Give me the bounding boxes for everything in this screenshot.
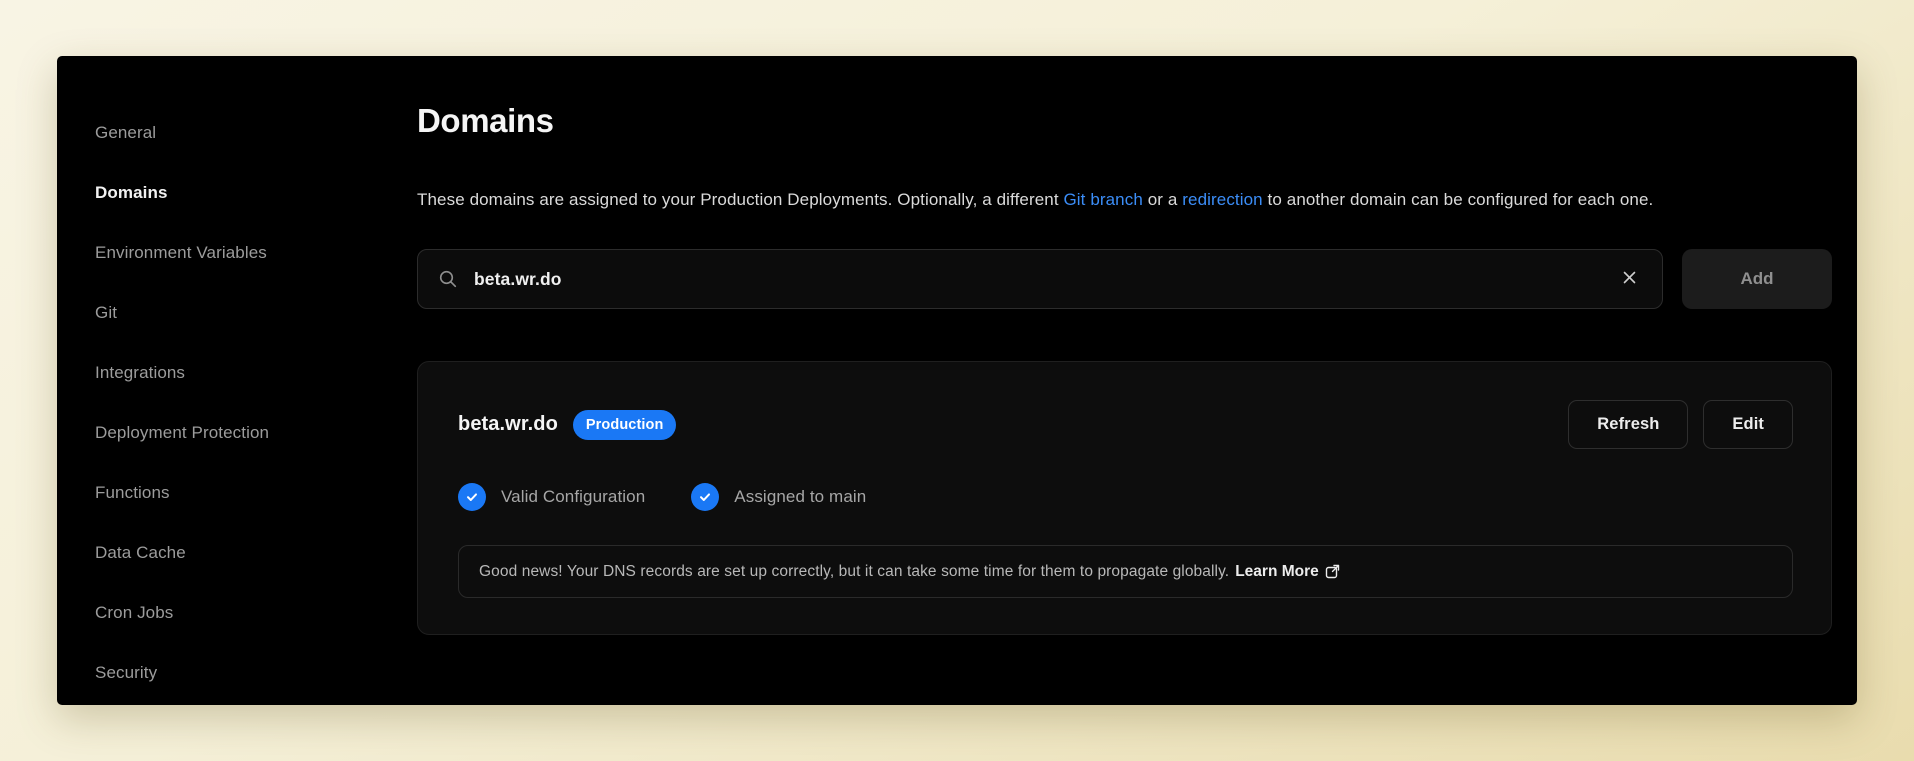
clear-search-button[interactable]: [1617, 265, 1642, 294]
domain-search-input[interactable]: [472, 268, 1603, 291]
settings-panel: General Domains Environment Variables Gi…: [57, 56, 1857, 705]
add-domain-row: Add: [417, 249, 1832, 309]
valid-configuration-status: Valid Configuration: [458, 483, 645, 511]
dns-notice: Good news! Your DNS records are set up c…: [458, 545, 1793, 598]
assigned-to-main-status: Assigned to main: [691, 483, 866, 511]
learn-more-label: Learn More: [1235, 563, 1319, 581]
check-icon: [691, 483, 719, 511]
description-text: to another domain can be configured for …: [1263, 190, 1654, 209]
description-text: or a: [1143, 190, 1182, 209]
search-icon: [438, 269, 458, 289]
status-label: Valid Configuration: [501, 487, 645, 507]
domain-status-row: Valid Configuration Assigned to main: [458, 482, 1793, 512]
check-icon: [458, 483, 486, 511]
status-label: Assigned to main: [734, 487, 866, 507]
redirection-link[interactable]: redirection: [1182, 190, 1262, 209]
sidebar-item-cron-jobs[interactable]: Cron Jobs: [95, 583, 417, 643]
external-link-icon: [1325, 564, 1340, 579]
sidebar-item-domains[interactable]: Domains: [95, 163, 417, 223]
edit-button[interactable]: Edit: [1703, 400, 1793, 449]
close-icon: [1621, 269, 1638, 286]
sidebar-item-deployment-protection[interactable]: Deployment Protection: [95, 403, 417, 463]
sidebar-item-git[interactable]: Git: [95, 283, 417, 343]
domains-content: Domains These domains are assigned to yo…: [417, 56, 1857, 705]
sidebar-item-integrations[interactable]: Integrations: [95, 343, 417, 403]
domain-card: beta.wr.do Production Refresh Edit Valid…: [417, 361, 1832, 635]
refresh-button[interactable]: Refresh: [1568, 400, 1688, 449]
git-branch-link[interactable]: Git branch: [1063, 190, 1142, 209]
sidebar-item-environment-variables[interactable]: Environment Variables: [95, 223, 417, 283]
sidebar-item-security[interactable]: Security: [95, 643, 417, 703]
learn-more-link[interactable]: Learn More: [1235, 563, 1340, 581]
dns-notice-text: Good news! Your DNS records are set up c…: [479, 563, 1229, 581]
sidebar-item-functions[interactable]: Functions: [95, 463, 417, 523]
domain-search-box[interactable]: [417, 249, 1663, 309]
description-text: These domains are assigned to your Produ…: [417, 190, 1063, 209]
production-badge: Production: [573, 410, 677, 440]
sidebar-item-data-cache[interactable]: Data Cache: [95, 523, 417, 583]
add-domain-button[interactable]: Add: [1682, 249, 1832, 309]
sidebar-item-general[interactable]: General: [95, 103, 417, 163]
domain-card-header: beta.wr.do Production Refresh Edit: [458, 400, 1793, 449]
page-title: Domains: [417, 100, 1832, 142]
domains-description: These domains are assigned to your Produ…: [417, 182, 1832, 217]
domain-name: beta.wr.do: [458, 413, 558, 436]
settings-sidebar: General Domains Environment Variables Gi…: [57, 56, 417, 705]
